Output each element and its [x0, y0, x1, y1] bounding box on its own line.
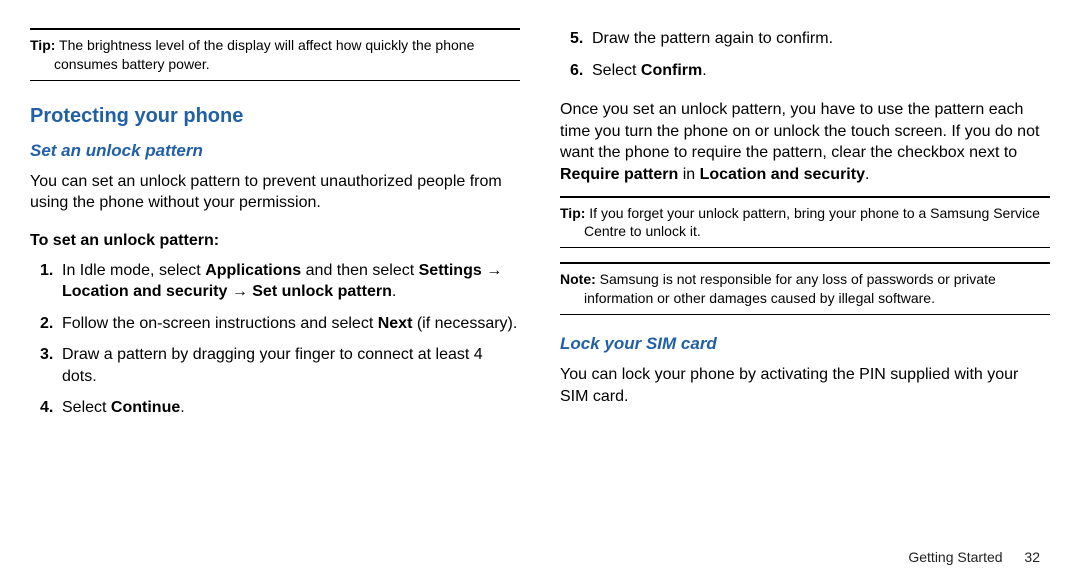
step-4: 4. Select Continue.: [40, 397, 520, 419]
steps-right: 5. Draw the pattern again to confirm. 6.…: [560, 26, 1050, 91]
footer-section: Getting Started: [908, 549, 1002, 565]
step-num: 1.: [40, 260, 62, 303]
step-num: 3.: [40, 344, 62, 387]
step-num: 6.: [570, 60, 592, 82]
note-disclaimer: Note: Samsung is not responsible for any…: [560, 262, 1050, 315]
step-num: 2.: [40, 313, 62, 335]
page-footer: Getting Started 32: [908, 548, 1040, 567]
step-2: 2. Follow the on-screen instructions and…: [40, 313, 520, 335]
step-6: 6. Select Confirm.: [570, 60, 1050, 82]
step-3: 3. Draw a pattern by dragging your finge…: [40, 344, 520, 387]
tip-brightness: Tip: The brightness level of the display…: [30, 28, 520, 81]
step-num: 5.: [570, 28, 592, 50]
subhead-to-set: To set an unlock pattern:: [30, 230, 520, 252]
steps-left: 1. In Idle mode, select Applications and…: [30, 258, 520, 430]
after-pattern-paragraph: Once you set an unlock pattern, you have…: [560, 99, 1050, 185]
tip-text: If you forget your unlock pattern, bring…: [584, 205, 1040, 240]
step-1: 1. In Idle mode, select Applications and…: [40, 260, 520, 303]
tip-forgot-pattern: Tip: If you forget your unlock pattern, …: [560, 196, 1050, 249]
note-text: Samsung is not responsible for any loss …: [584, 271, 996, 306]
step-num: 4.: [40, 397, 62, 419]
note-label: Note:: [560, 271, 596, 287]
tip-text: The brightness level of the display will…: [54, 37, 474, 72]
left-column: Tip: The brightness level of the display…: [30, 28, 520, 565]
intro-paragraph: You can set an unlock pattern to prevent…: [30, 171, 520, 214]
tip-label: Tip:: [560, 205, 585, 221]
lock-sim-paragraph: You can lock your phone by activating th…: [560, 364, 1050, 407]
heading-lock-sim: Lock your SIM card: [560, 333, 1050, 356]
right-column: 5. Draw the pattern again to confirm. 6.…: [560, 28, 1050, 565]
tip-label: Tip:: [30, 37, 55, 53]
manual-page: Tip: The brightness level of the display…: [0, 0, 1080, 585]
heading-set-unlock: Set an unlock pattern: [30, 140, 520, 163]
heading-protecting: Protecting your phone: [30, 103, 520, 130]
step-5: 5. Draw the pattern again to confirm.: [570, 28, 1050, 50]
footer-page-number: 32: [1024, 549, 1040, 565]
